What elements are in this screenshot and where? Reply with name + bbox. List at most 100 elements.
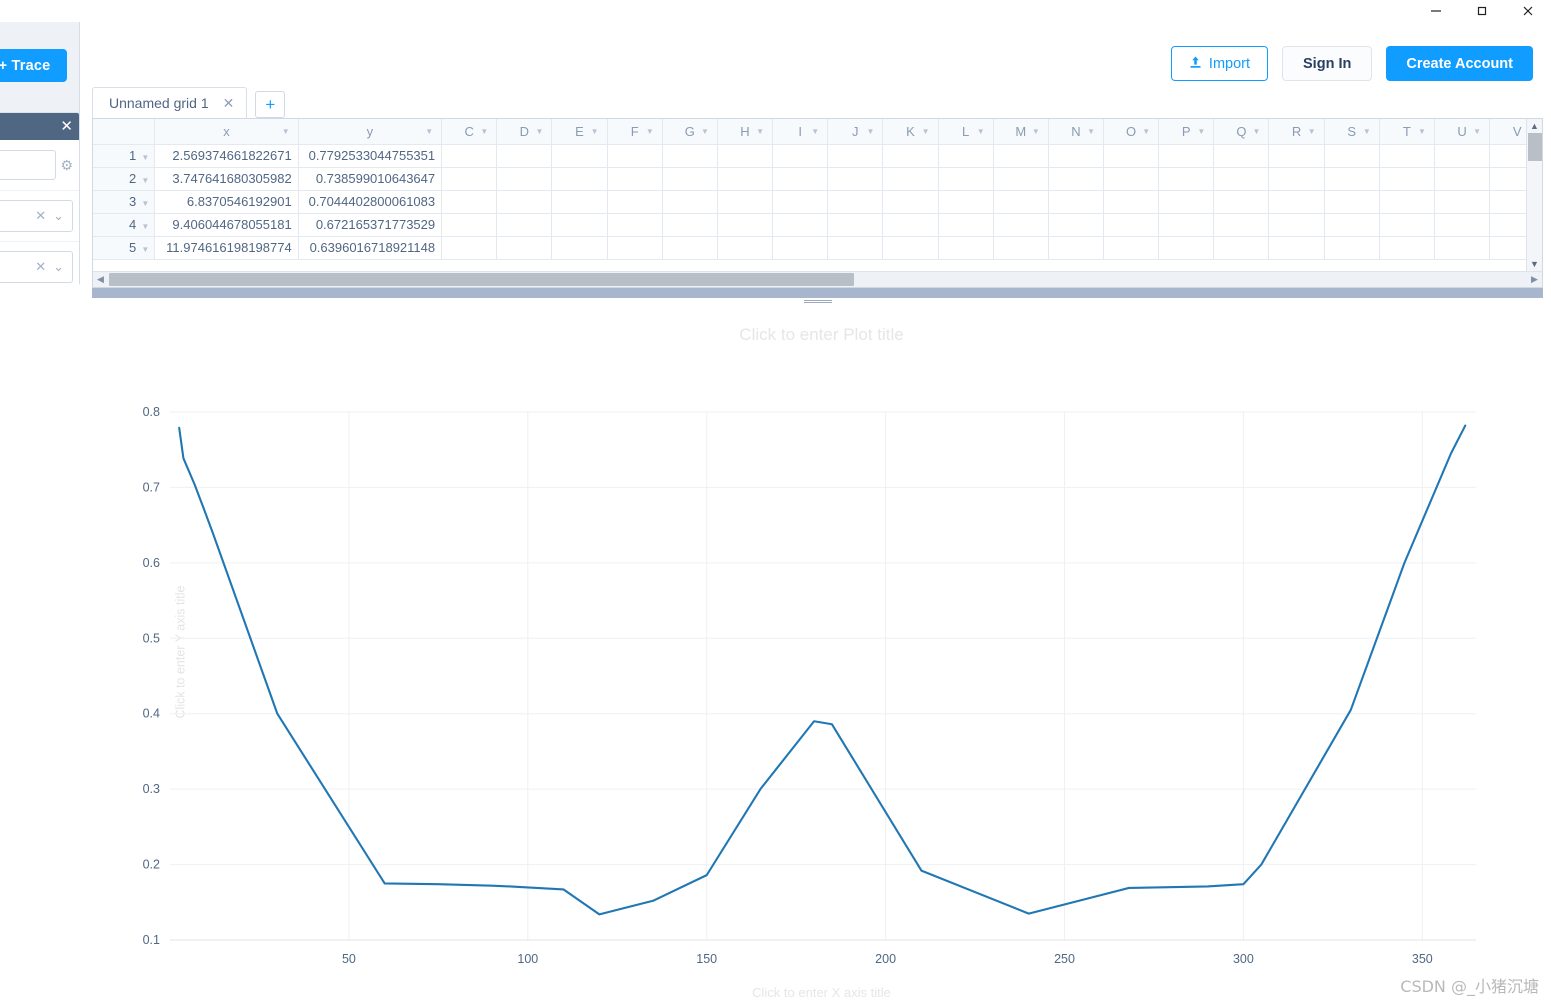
scroll-up-icon[interactable]: ▲ [1530, 119, 1539, 133]
chevron-down-icon[interactable]: ▼ [141, 222, 149, 231]
cell-G4[interactable] [662, 213, 718, 237]
cell-M4[interactable] [993, 213, 1049, 237]
cell-M1[interactable] [993, 144, 1049, 168]
chevron-down-icon[interactable]: ▼ [480, 127, 488, 136]
chevron-down-icon[interactable]: ⌄ [53, 208, 64, 224]
cell-D2[interactable] [496, 167, 553, 191]
chevron-down-icon[interactable]: ▼ [141, 245, 149, 254]
table-row[interactable]: 2 ▼ 3.747641680305982 0.738599010643647 [93, 167, 1542, 191]
cell-O4[interactable] [1103, 213, 1160, 237]
column-header-Q[interactable]: Q ▼ [1213, 119, 1270, 145]
chevron-down-icon[interactable]: ▼ [282, 127, 290, 136]
cell-N4[interactable] [1048, 213, 1105, 237]
cell-S3[interactable] [1324, 190, 1380, 214]
cell-O2[interactable] [1103, 167, 1160, 191]
column-header-R[interactable]: R ▼ [1268, 119, 1325, 145]
chevron-down-icon[interactable]: ▼ [425, 127, 433, 136]
cell-C3[interactable] [441, 190, 498, 214]
spreadsheet[interactable]: x ▼ y ▼ C ▼ D ▼ E ▼ F ▼ G ▼ H ▼ I ▼ J ▼ K ▼ L ▼ M ▼ N ▼ O ▼ P ▼ Q ▼ R ▼ S ▼ T ▼… [92, 118, 1543, 288]
cell-G2[interactable] [662, 167, 718, 191]
cell-M2[interactable] [993, 167, 1049, 191]
cell-U2[interactable] [1434, 167, 1491, 191]
cell-K3[interactable] [882, 190, 939, 214]
chevron-down-icon[interactable]: ▼ [977, 127, 985, 136]
cell-G5[interactable] [662, 236, 718, 260]
cell-y5[interactable]: 0.6396016718921148 [298, 236, 443, 260]
clear-icon[interactable]: ✕ [35, 208, 46, 224]
cell-N2[interactable] [1048, 167, 1105, 191]
column-header-K[interactable]: K ▼ [882, 119, 939, 145]
chevron-down-icon[interactable]: ▼ [141, 199, 149, 208]
cell-S1[interactable] [1324, 144, 1380, 168]
cell-x5[interactable]: 11.974616198198774 [154, 236, 299, 260]
cell-S4[interactable] [1324, 213, 1380, 237]
column-header-G[interactable]: G ▼ [662, 119, 718, 145]
column-header-O[interactable]: O ▼ [1103, 119, 1160, 145]
vertical-scroll-thumb[interactable] [1527, 133, 1542, 161]
maximize-icon[interactable] [1459, 0, 1505, 22]
cell-Q4[interactable] [1213, 213, 1270, 237]
cell-E1[interactable] [551, 144, 608, 168]
column-header-N[interactable]: N ▼ [1048, 119, 1105, 145]
chart-area[interactable]: Click to enter Plot title Click to enter… [92, 300, 1551, 1003]
chevron-down-icon[interactable]: ▼ [1253, 127, 1261, 136]
cell-x1[interactable]: 2.569374661822671 [154, 144, 299, 168]
cell-K5[interactable] [882, 236, 939, 260]
chevron-down-icon[interactable]: ▼ [1032, 127, 1040, 136]
cell-x2[interactable]: 3.747641680305982 [154, 167, 299, 191]
cell-U3[interactable] [1434, 190, 1491, 214]
cell-P5[interactable] [1158, 236, 1215, 260]
import-button[interactable]: Import [1170, 46, 1269, 81]
cell-O5[interactable] [1103, 236, 1160, 260]
cell-K1[interactable] [882, 144, 939, 168]
cell-H5[interactable] [717, 236, 774, 260]
create-account-button[interactable]: Create Account [1386, 46, 1533, 81]
cell-C4[interactable] [441, 213, 498, 237]
cell-G3[interactable] [662, 190, 718, 214]
chevron-down-icon[interactable]: ▼ [922, 127, 930, 136]
cell-K4[interactable] [882, 213, 939, 237]
cell-L5[interactable] [938, 236, 994, 260]
table-row[interactable]: 3 ▼ 6.8370546192901 0.7044402800061083 [93, 190, 1542, 214]
cell-U5[interactable] [1434, 236, 1491, 260]
column-header-F[interactable]: F ▼ [607, 119, 663, 145]
chevron-down-icon[interactable]: ▼ [536, 127, 544, 136]
cell-y1[interactable]: 0.7792533044755351 [298, 144, 443, 168]
cell-M3[interactable] [993, 190, 1049, 214]
row-number[interactable]: 1 ▼ [93, 144, 156, 168]
clear-icon[interactable]: ✕ [35, 259, 46, 275]
column-header-C[interactable]: C ▼ [441, 119, 498, 145]
cell-L1[interactable] [938, 144, 994, 168]
cell-Q1[interactable] [1213, 144, 1270, 168]
grid-resize-handle[interactable] [803, 299, 832, 304]
cell-x3[interactable]: 6.8370546192901 [154, 190, 299, 214]
trace-y-select[interactable]: ✕ ⌄ [0, 251, 73, 283]
cell-S2[interactable] [1324, 167, 1380, 191]
chevron-down-icon[interactable]: ⌄ [53, 259, 64, 275]
close-icon[interactable]: ✕ [223, 95, 235, 112]
cell-N1[interactable] [1048, 144, 1105, 168]
cell-F2[interactable] [607, 167, 663, 191]
cell-P3[interactable] [1158, 190, 1215, 214]
cell-H1[interactable] [717, 144, 774, 168]
cell-F4[interactable] [607, 213, 663, 237]
cell-U4[interactable] [1434, 213, 1491, 237]
cell-D4[interactable] [496, 213, 553, 237]
horizontal-scroll-thumb[interactable] [109, 273, 854, 286]
scroll-right-icon[interactable]: ▶ [1527, 274, 1542, 285]
column-header-S[interactable]: S ▼ [1324, 119, 1380, 145]
close-icon[interactable] [1505, 0, 1551, 22]
cell-R1[interactable] [1268, 144, 1325, 168]
scroll-down-icon[interactable]: ▼ [1530, 257, 1539, 271]
cell-N5[interactable] [1048, 236, 1105, 260]
horizontal-scrollbar[interactable]: ◀ ▶ [93, 271, 1542, 287]
trace-name-input[interactable] [0, 150, 57, 180]
trace-x-select[interactable]: ✕ ⌄ [0, 200, 73, 232]
chevron-down-icon[interactable]: ▼ [701, 127, 709, 136]
table-row[interactable]: 1 ▼ 2.569374661822671 0.7792533044755351 [93, 144, 1542, 168]
column-header-T[interactable]: T ▼ [1379, 119, 1435, 145]
chevron-down-icon[interactable]: ▼ [141, 176, 149, 185]
chevron-down-icon[interactable]: ▼ [1197, 127, 1205, 136]
grid-tab[interactable]: Unnamed grid 1 ✕ [92, 87, 248, 119]
chevron-down-icon[interactable]: ▼ [1363, 127, 1371, 136]
